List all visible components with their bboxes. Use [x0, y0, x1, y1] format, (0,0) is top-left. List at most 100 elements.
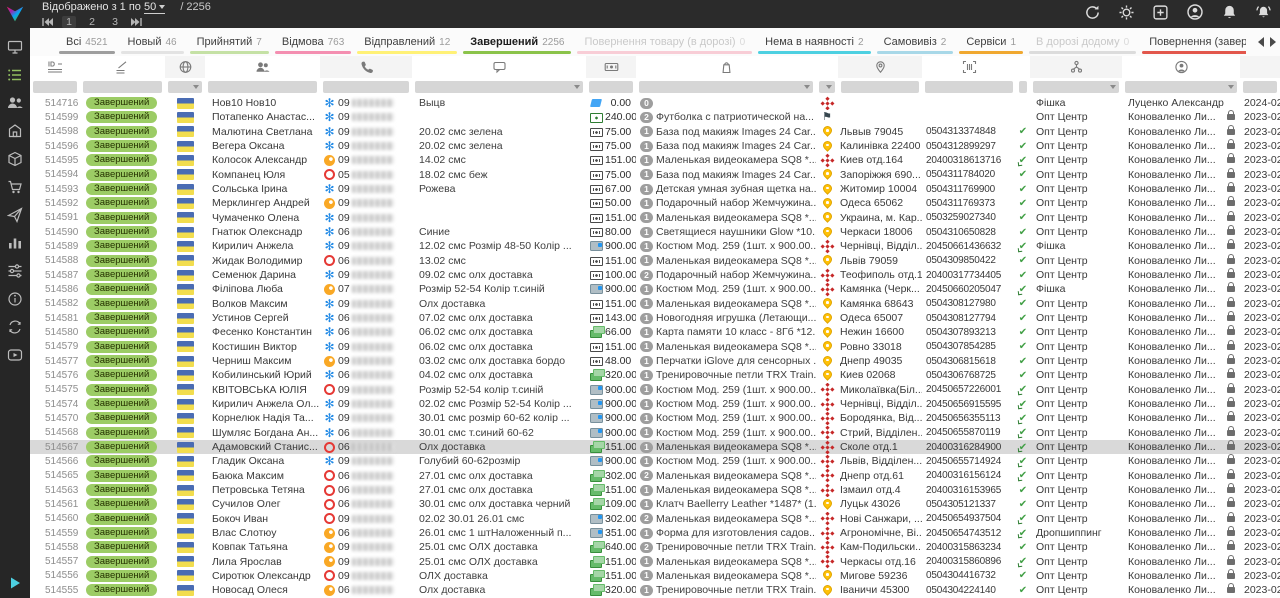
table-row[interactable]: 514555 Завершений Новосад Олеся 06 Олх д… — [30, 583, 1280, 597]
col-id[interactable]: ID — [30, 56, 80, 78]
filter-payment[interactable] — [589, 81, 633, 93]
returns-icon[interactable] — [7, 319, 23, 335]
filter-manager[interactable] — [1125, 81, 1237, 93]
info-icon[interactable] — [7, 291, 23, 307]
page-button-1[interactable]: 1 — [62, 16, 76, 28]
table-row[interactable]: 514596 Завершений Вегера Оксана 09 20.02… — [30, 139, 1280, 153]
settings-sliders-icon[interactable] — [7, 263, 23, 279]
filter-caret-icon[interactable] — [193, 85, 199, 89]
send-icon[interactable] — [7, 207, 23, 223]
table-row[interactable]: 514593 Завершений Сольська Ірина 09 Роже… — [30, 182, 1280, 196]
table-row[interactable]: 514559 Завершений Влас Слотюу 06 26.01 с… — [30, 526, 1280, 540]
tab-Всі[interactable]: Всі4521 — [56, 28, 118, 56]
table-row[interactable]: 514577 Завершений Черниш Максим 09 03.02… — [30, 354, 1280, 368]
last-page-button[interactable] — [131, 17, 142, 27]
filter-product[interactable] — [639, 81, 813, 93]
filter-city[interactable] — [841, 81, 919, 93]
page-button-3[interactable]: 3 — [108, 16, 122, 28]
table-row[interactable]: 514574 Завершений Кирилич Анжела Ол... 0… — [30, 397, 1280, 411]
filter-date[interactable] — [1243, 81, 1277, 93]
page-size-dropdown[interactable]: 50 — [144, 1, 165, 14]
col-product[interactable] — [636, 56, 816, 78]
page-button-2[interactable]: 2 — [85, 16, 99, 28]
filter-country[interactable] — [168, 81, 202, 93]
add-square-icon[interactable] — [1152, 4, 1169, 21]
table-row[interactable]: 514598 Завершений Малютина Светлана 09 2… — [30, 125, 1280, 139]
table-row[interactable]: 514588 Завершений Жидак Володимир 06 13.… — [30, 254, 1280, 268]
tab-Новый[interactable]: Новый46 — [118, 28, 187, 56]
first-page-button[interactable] — [42, 17, 53, 27]
tab-Прийнятий[interactable]: Прийнятий7 — [187, 28, 272, 56]
col-customer[interactable] — [205, 56, 320, 78]
table-row[interactable]: 514591 Завершений Чумаченко Олена 09 151… — [30, 211, 1280, 225]
col-delivery-service[interactable] — [816, 56, 838, 78]
table-row[interactable]: 514575 Завершений КВІТОВСЬКА ЮЛІЯ 09 Роз… — [30, 383, 1280, 397]
table-row[interactable]: 514567 Завершений Адамовский Станис... 0… — [30, 440, 1280, 454]
table-row[interactable]: 514579 Завершений Костишин Виктор 09 06.… — [30, 340, 1280, 354]
col-country[interactable] — [165, 56, 205, 78]
app-logo[interactable] — [0, 0, 30, 28]
orders-list-icon[interactable] — [7, 67, 23, 83]
table-row[interactable]: 514570 Завершений Корнелюк Надія Та... 0… — [30, 411, 1280, 425]
gear-icon[interactable] — [1118, 4, 1135, 21]
purchases-cart-icon[interactable] — [7, 179, 23, 195]
table-row[interactable]: 514581 Завершений Устинов Сергей 06 07.0… — [30, 311, 1280, 325]
filter-delivery[interactable] — [819, 81, 835, 93]
tab-Завершений[interactable]: Завершений2256 — [460, 28, 574, 56]
table-row[interactable]: 514587 Завершений Семенюк Дарина 09 09.0… — [30, 268, 1280, 282]
table-row[interactable]: 514560 Завершений Бокоч Иван 09 02.02 30… — [30, 512, 1280, 526]
bell-icon[interactable] — [1221, 4, 1238, 21]
filter-tracking[interactable] — [925, 81, 1013, 93]
video-tutorials-icon[interactable] — [7, 347, 23, 363]
table-row[interactable]: 514566 Завершений Гладик Оксана 09 Голуб… — [30, 454, 1280, 468]
market-icon[interactable] — [7, 123, 23, 139]
table-row[interactable]: 514557 Завершений Лила Ярослав 09 25.01 … — [30, 555, 1280, 569]
table-row[interactable]: 514568 Завершений Шумляс Богдана Ан... 0… — [30, 426, 1280, 440]
tab-Відмова[interactable]: Відмова763 — [272, 28, 354, 56]
filter-check[interactable] — [1019, 81, 1027, 93]
announcement-bell-icon[interactable] — [1255, 4, 1272, 21]
filter-caret-icon[interactable] — [1110, 85, 1116, 89]
tab-Повернення товару (в дорозі)[interactable]: Повернення товару (в дорозі)0 — [574, 28, 755, 56]
filter-id[interactable] — [33, 81, 77, 93]
col-phone[interactable] — [320, 56, 412, 78]
filter-phone[interactable] — [323, 81, 409, 93]
statistics-icon[interactable] — [7, 235, 23, 251]
filter-caret-icon[interactable] — [804, 85, 810, 89]
filter-caret-icon[interactable] — [1228, 85, 1234, 89]
collapse-arrow-icon[interactable] — [0, 576, 30, 590]
table-row[interactable]: 514582 Завершений Волков Максим 09 Олх д… — [30, 297, 1280, 311]
table-row[interactable]: 514580 Завершений Фесенко Константин 06 … — [30, 325, 1280, 339]
col-payment[interactable] — [586, 56, 636, 78]
filter-name[interactable] — [208, 81, 317, 93]
tab-Самовивіз[interactable]: Самовивіз2 — [874, 28, 957, 56]
col-delivered[interactable] — [1016, 56, 1030, 78]
filter-status[interactable] — [83, 81, 162, 93]
products-box-icon[interactable] — [7, 151, 23, 167]
col-source[interactable] — [1030, 56, 1122, 78]
filter-caret-icon[interactable] — [826, 85, 832, 89]
col-city[interactable] — [838, 56, 922, 78]
table-row[interactable]: 514716 Завершений Нов10 Нов10 09 Выцв 0.… — [30, 96, 1280, 110]
table-row[interactable]: 514599 Завершений Потапенко Анастас... 0… — [30, 110, 1280, 124]
table-row[interactable]: 514556 Завершений Сиротюк Олександр 09 О… — [30, 569, 1280, 583]
col-manager[interactable] — [1122, 56, 1240, 78]
filter-caret-icon[interactable] — [574, 85, 580, 89]
table-row[interactable]: 514586 Завершений Філіпова Люба 07 Розмі… — [30, 282, 1280, 296]
table-row[interactable]: 514595 Завершений Колосок Александр 09 1… — [30, 153, 1280, 167]
table-row[interactable]: 514594 Завершений Компанец Юля 05 18.02 … — [30, 168, 1280, 182]
filter-source[interactable] — [1033, 81, 1119, 93]
col-comment[interactable] — [412, 56, 586, 78]
table-row[interactable]: 514592 Завершений Мерклингер Андрей 09 5… — [30, 196, 1280, 210]
tab-Відправлений[interactable]: Відправлений12 — [354, 28, 460, 56]
customers-icon[interactable] — [7, 95, 23, 111]
col-date[interactable] — [1240, 56, 1280, 78]
table-row[interactable]: 514576 Завершений Кобилинський Юрий 06 0… — [30, 368, 1280, 382]
desktop-icon[interactable] — [7, 39, 23, 55]
tab-scroll-right-icon[interactable] — [1270, 37, 1276, 47]
filter-comment[interactable] — [415, 81, 583, 93]
table-row[interactable]: 514558 Завершений Ковпак Татьяна 09 25.0… — [30, 540, 1280, 554]
tab-Сервіси[interactable]: Сервіси1 — [956, 28, 1026, 56]
refresh-icon[interactable] — [1084, 4, 1101, 21]
tab-scroll-left-icon[interactable] — [1258, 37, 1264, 47]
